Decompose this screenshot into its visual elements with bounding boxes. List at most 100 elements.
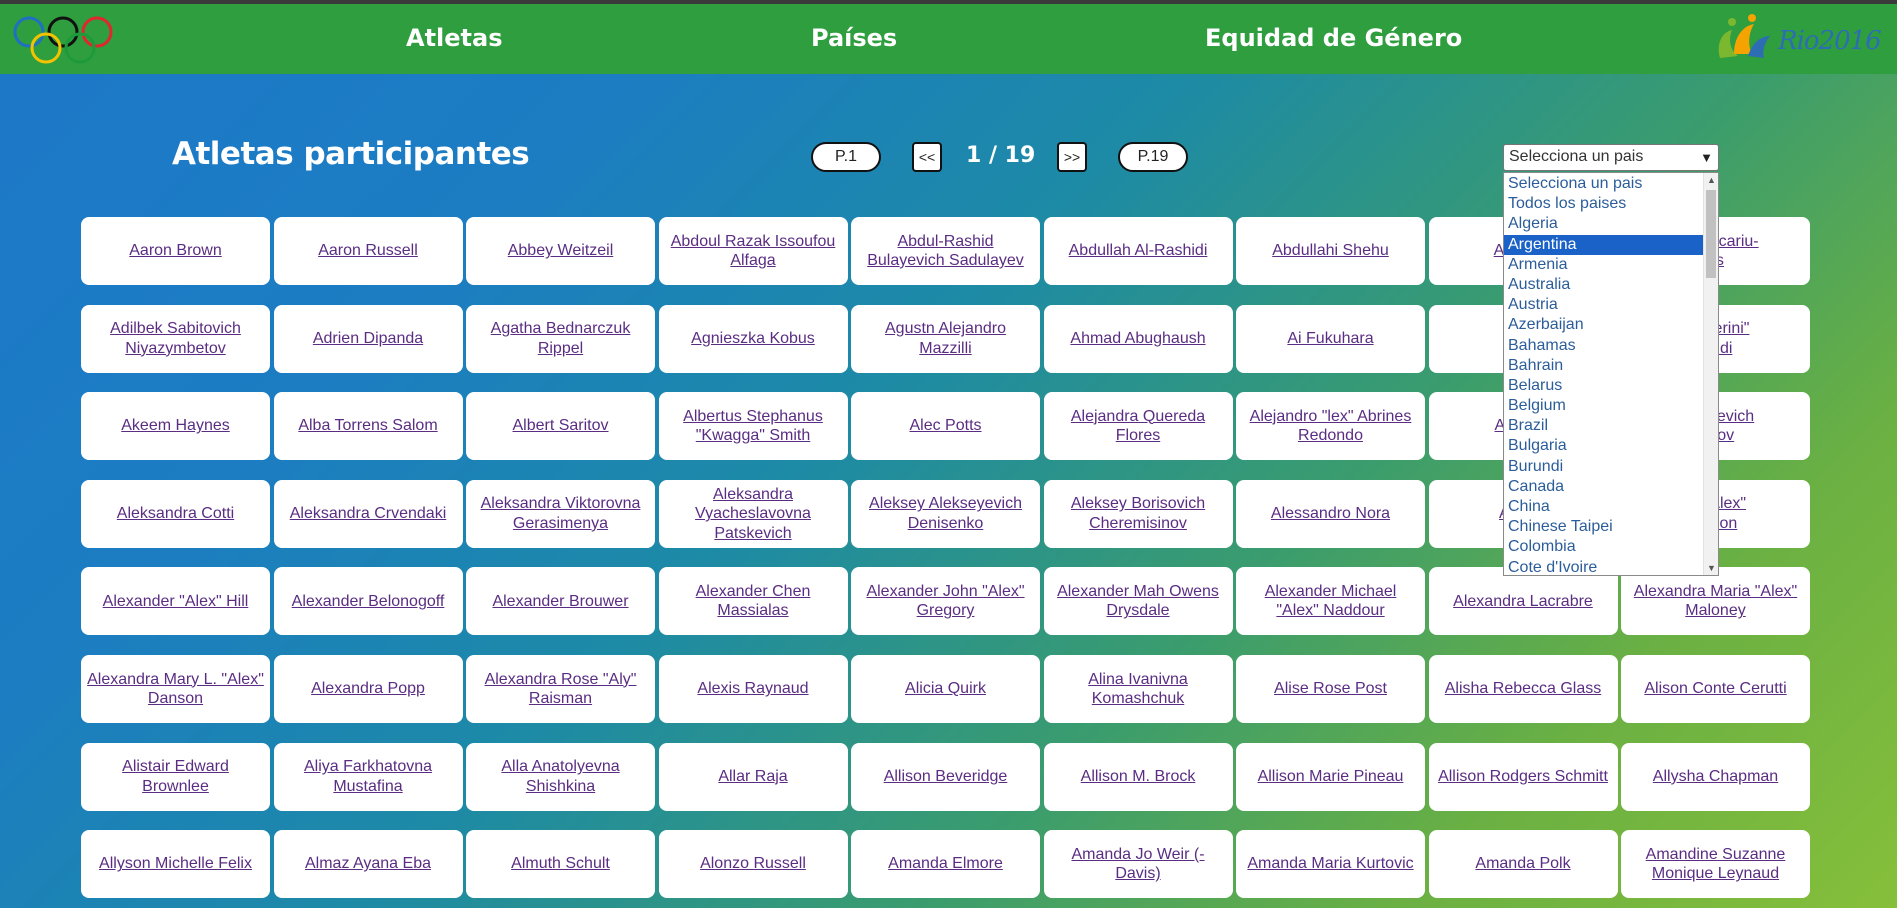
athlete-link[interactable]: Abdoul Razak Issoufou Alfaga	[665, 232, 842, 271]
athlete-link[interactable]: Alonzo Russell	[700, 854, 806, 874]
country-option[interactable]: Bahamas	[1504, 336, 1704, 356]
athlete-link[interactable]: Amandine Suzanne Monique Leynaud	[1627, 845, 1804, 884]
athlete-link[interactable]: Almuth Schult	[511, 854, 610, 874]
athlete-link[interactable]: Albert Saritov	[512, 416, 608, 436]
athlete-link[interactable]: Alexander John "Alex" Gregory	[857, 582, 1034, 621]
athlete-link[interactable]: Allyson Michelle Felix	[99, 854, 252, 874]
athlete-link[interactable]: Abdullahi Shehu	[1272, 241, 1389, 261]
athlete-link[interactable]: Aleksey Borisovich Cheremisinov	[1050, 494, 1227, 533]
country-option[interactable]: Bulgaria	[1504, 436, 1704, 456]
athlete-link[interactable]: Alina Ivanivna Komashchuk	[1050, 670, 1227, 709]
scroll-up-icon[interactable]: ▲	[1707, 175, 1716, 185]
athlete-link[interactable]: Abbey Weitzeil	[508, 241, 614, 261]
country-option[interactable]: Selecciona un pais	[1504, 174, 1704, 194]
athlete-link[interactable]: Alexander Brouwer	[492, 592, 628, 612]
dropdown-scrollbar[interactable]: ▲ ▼	[1703, 173, 1718, 575]
athlete-link[interactable]: Abdul-Rashid Bulayevich Sadulayev	[857, 232, 1034, 271]
athlete-link[interactable]: Agustn Alejandro Mazzilli	[857, 319, 1034, 358]
athlete-link[interactable]: Akeem Haynes	[121, 416, 230, 436]
athlete-link[interactable]: Alejandro "lex" Abrines Redondo	[1242, 407, 1419, 446]
country-select[interactable]: Selecciona un pais ▼	[1503, 144, 1719, 171]
athlete-link[interactable]: Alec Potts	[909, 416, 981, 436]
athlete-link[interactable]: Alba Torrens Salom	[298, 416, 437, 436]
athlete-link[interactable]: Alejandra Quereda Flores	[1050, 407, 1227, 446]
athlete-link[interactable]: Allysha Chapman	[1653, 767, 1778, 787]
nav-atletas[interactable]: Atletas	[406, 24, 503, 52]
scroll-down-icon[interactable]: ▼	[1707, 563, 1716, 573]
last-page-button[interactable]: P.19	[1118, 142, 1188, 172]
athlete-link[interactable]: Allison Marie Pineau	[1258, 767, 1404, 787]
athlete-link[interactable]: Aleksandra Vyacheslavovna Patskevich	[665, 485, 842, 544]
athlete-link[interactable]: Adrien Dipanda	[313, 329, 423, 349]
athlete-link[interactable]: Alexandra Lacrabre	[1453, 592, 1593, 612]
athlete-link[interactable]: Allison Rodgers Schmitt	[1438, 767, 1608, 787]
country-option[interactable]: Bahrain	[1504, 356, 1704, 376]
athlete-link[interactable]: Alexandra Mary L. "Alex" Danson	[87, 670, 264, 709]
athlete-link[interactable]: Alexandra Popp	[311, 679, 425, 699]
athlete-link[interactable]: Allison Beveridge	[884, 767, 1008, 787]
country-option[interactable]: Argentina	[1504, 234, 1704, 255]
athlete-link[interactable]: Amanda Jo Weir (-Davis)	[1050, 845, 1227, 884]
athlete-link[interactable]: Alexandra Maria "Alex" Maloney	[1627, 582, 1804, 621]
country-option[interactable]: Belarus	[1504, 376, 1704, 396]
country-dropdown[interactable]: Selecciona un pais Todos los paises Algeri…	[1503, 172, 1719, 576]
athlete-link[interactable]: Aliya Farkhatovna Mustafina	[280, 757, 457, 796]
country-option[interactable]: Australia	[1504, 275, 1704, 295]
athlete-link[interactable]: Alexander Michael "Alex" Naddour	[1242, 582, 1419, 621]
country-option[interactable]: China	[1504, 497, 1704, 517]
athlete-link[interactable]: Aaron Russell	[318, 241, 418, 261]
athlete-link[interactable]: Alise Rose Post	[1274, 679, 1387, 699]
first-page-button[interactable]: P.1	[811, 142, 881, 172]
athlete-link[interactable]: Aleksandra Cotti	[117, 504, 234, 524]
athlete-link[interactable]: Alexander Chen Massialas	[665, 582, 842, 621]
athlete-link[interactable]: Aleksandra Crvendaki	[290, 504, 447, 524]
athlete-link[interactable]: Ahmad Abughaush	[1070, 329, 1205, 349]
rio2016-logo[interactable]: Rio2016	[1712, 14, 1887, 70]
athlete-link[interactable]: Almaz Ayana Eba	[305, 854, 431, 874]
nav-paises[interactable]: Países	[811, 24, 897, 52]
nav-equidad-genero[interactable]: Equidad de Género	[1205, 24, 1462, 52]
country-option[interactable]: Chinese Taipei	[1504, 517, 1704, 537]
country-option[interactable]: Cote d'Ivoire	[1504, 558, 1704, 575]
country-option[interactable]: Belgium	[1504, 396, 1704, 416]
athlete-link[interactable]: Alexander Belonogoff	[292, 592, 445, 612]
athlete-link[interactable]: Alexandra Rose "Aly" Raisman	[472, 670, 649, 709]
athlete-link[interactable]: Amanda Polk	[1475, 854, 1570, 874]
athlete-link[interactable]: Aaron Brown	[129, 241, 222, 261]
country-option[interactable]: Todos los paises	[1504, 194, 1704, 214]
athlete-link[interactable]: Alisha Rebecca Glass	[1445, 679, 1602, 699]
country-option[interactable]: Algeria	[1504, 214, 1704, 234]
athlete-link[interactable]: Alexis Raynaud	[697, 679, 808, 699]
athlete-link[interactable]: Adilbek Sabitovich Niyazymbetov	[87, 319, 264, 358]
athlete-link[interactable]: Allar Raja	[718, 767, 787, 787]
scroll-thumb[interactable]	[1706, 190, 1716, 278]
country-option[interactable]: Burundi	[1504, 457, 1704, 477]
athlete-link[interactable]: Amanda Maria Kurtovic	[1247, 854, 1413, 874]
country-option[interactable]: Austria	[1504, 295, 1704, 315]
country-option[interactable]: Brazil	[1504, 416, 1704, 436]
athlete-link[interactable]: Alicia Quirk	[905, 679, 986, 699]
athlete-link[interactable]: Alexander "Alex" Hill	[103, 592, 249, 612]
athlete-link[interactable]: Alessandro Nora	[1271, 504, 1390, 524]
athlete-link[interactable]: Alistair Edward Brownlee	[87, 757, 264, 796]
country-option[interactable]: Armenia	[1504, 255, 1704, 275]
country-option[interactable]: Azerbaijan	[1504, 315, 1704, 335]
athlete-link[interactable]: Agnieszka Kobus	[691, 329, 815, 349]
athlete-link[interactable]: Allison M. Brock	[1081, 767, 1196, 787]
athlete-link[interactable]: Alison Conte Cerutti	[1644, 679, 1786, 699]
athlete-link[interactable]: Alla Anatolyevna Shishkina	[472, 757, 649, 796]
prev-page-button[interactable]: <<	[912, 142, 942, 172]
athlete-link[interactable]: Ai Fukuhara	[1287, 329, 1373, 349]
country-option[interactable]: Colombia	[1504, 537, 1704, 557]
olympic-rings-icon[interactable]	[12, 14, 122, 70]
athlete-link[interactable]: Abdullah Al-Rashidi	[1069, 241, 1208, 261]
athlete-link[interactable]: Aleksey Alekseyevich Denisenko	[857, 494, 1034, 533]
next-page-button[interactable]: >>	[1057, 142, 1087, 172]
country-option[interactable]: Canada	[1504, 477, 1704, 497]
athlete-link[interactable]: Agatha Bednarczuk Rippel	[472, 319, 649, 358]
athlete-card: Agatha Bednarczuk Rippel	[466, 304, 655, 373]
athlete-link[interactable]: Albertus Stephanus "Kwagga" Smith	[665, 407, 842, 446]
athlete-link[interactable]: Amanda Elmore	[888, 854, 1003, 874]
athlete-link[interactable]: Alexander Mah Owens Drysdale	[1050, 582, 1227, 621]
athlete-link[interactable]: Aleksandra Viktorovna Gerasimenya	[472, 494, 649, 533]
